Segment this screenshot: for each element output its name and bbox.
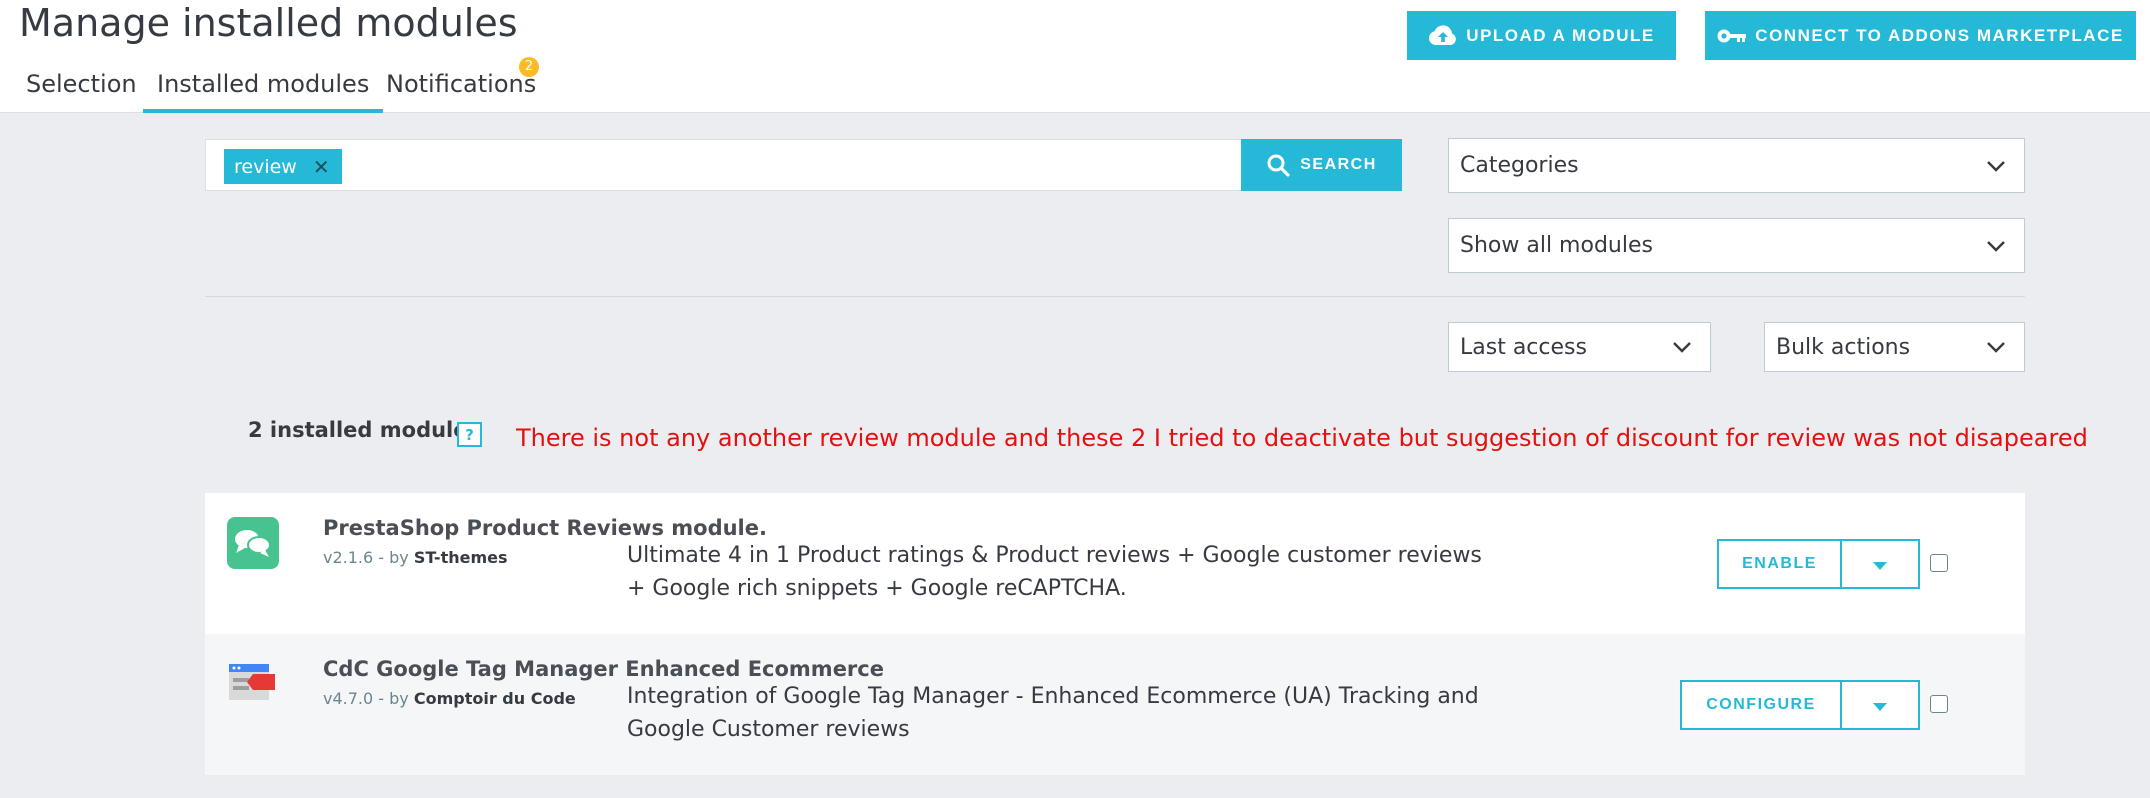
cloud-upload-icon: [1428, 24, 1458, 47]
status-select-value: Show all modules: [1460, 233, 1653, 258]
tab-selection[interactable]: Selection: [12, 62, 151, 113]
module-description: Integration of Google Tag Manager - Enha…: [627, 684, 1479, 742]
configure-button[interactable]: CONFIGURE: [1680, 680, 1842, 730]
search-tag-label: review: [234, 155, 297, 178]
user-annotation: There is not any another review module a…: [516, 424, 2088, 452]
page-title: Manage installed modules: [19, 1, 518, 45]
module-version-text: v4.7.0 - by: [323, 689, 409, 708]
connect-marketplace-label: CONNECT TO ADDONS MARKETPLACE: [1755, 25, 2124, 45]
caret-down-icon: [1873, 696, 1887, 715]
page-header: Manage installed modules Selection Insta…: [0, 0, 2150, 113]
enable-button[interactable]: ENABLE: [1717, 539, 1842, 589]
close-icon[interactable]: ✕: [313, 155, 330, 179]
connect-marketplace-button[interactable]: CONNECT TO ADDONS MARKETPLACE: [1705, 11, 2136, 60]
upload-module-button[interactable]: UPLOAD A MODULE: [1407, 11, 1676, 60]
caret-down-icon: [1873, 555, 1887, 574]
search-button[interactable]: SEARCH: [1241, 139, 1402, 191]
sort-select-value: Last access: [1460, 334, 1587, 360]
bulk-actions-select[interactable]: Bulk actions: [1764, 322, 2025, 372]
key-icon: [1717, 27, 1747, 45]
chevron-down-icon: [1986, 160, 2006, 172]
tab-installed-modules[interactable]: Installed modules: [143, 62, 384, 113]
search-button-label: SEARCH: [1300, 156, 1377, 173]
module-version: v2.1.6 - by ST-themes: [323, 548, 508, 567]
filters-divider: [205, 296, 2025, 297]
module-row: PrestaShop Product Reviews module. v2.1.…: [205, 493, 2025, 634]
chevron-down-icon: [1986, 240, 2006, 252]
module-select-checkbox[interactable]: [1930, 695, 1948, 713]
module-version-text: v2.1.6 - by: [323, 548, 409, 567]
status-select[interactable]: Show all modules: [1448, 218, 2025, 273]
module-name: PrestaShop Product Reviews module.: [323, 516, 767, 540]
module-actions-dropdown[interactable]: [1840, 539, 1920, 589]
module-description: Ultimate 4 in 1 Product ratings & Produc…: [627, 543, 1482, 601]
search-icon: [1266, 153, 1290, 177]
bulk-actions-value: Bulk actions: [1776, 334, 1911, 360]
help-icon[interactable]: ?: [457, 422, 482, 447]
module-author: Comptoir du Code: [413, 689, 576, 708]
installed-modules-count: 2 installed modules: [248, 418, 480, 442]
module-author: ST-themes: [413, 548, 508, 567]
tag-manager-icon: [227, 658, 279, 710]
upload-module-label: UPLOAD A MODULE: [1466, 25, 1655, 45]
search-tag: review ✕: [224, 149, 342, 184]
categories-select[interactable]: Categories: [1448, 138, 2025, 193]
module-actions-dropdown[interactable]: [1840, 680, 1920, 730]
module-version: v4.7.0 - by Comptoir du Code: [323, 689, 576, 708]
sort-select[interactable]: Last access: [1448, 322, 1711, 372]
module-select-checkbox[interactable]: [1930, 554, 1948, 572]
search-input[interactable]: review ✕: [205, 139, 1242, 191]
chevron-down-icon: [1672, 341, 1692, 353]
module-row: CdC Google Tag Manager Enhanced Ecommerc…: [205, 634, 2025, 775]
categories-select-value: Categories: [1460, 153, 1579, 178]
notifications-badge: 2: [519, 57, 539, 77]
chevron-down-icon: [1986, 341, 2006, 353]
chat-bubbles-icon: [227, 517, 279, 569]
module-name: CdC Google Tag Manager Enhanced Ecommerc…: [323, 657, 884, 681]
